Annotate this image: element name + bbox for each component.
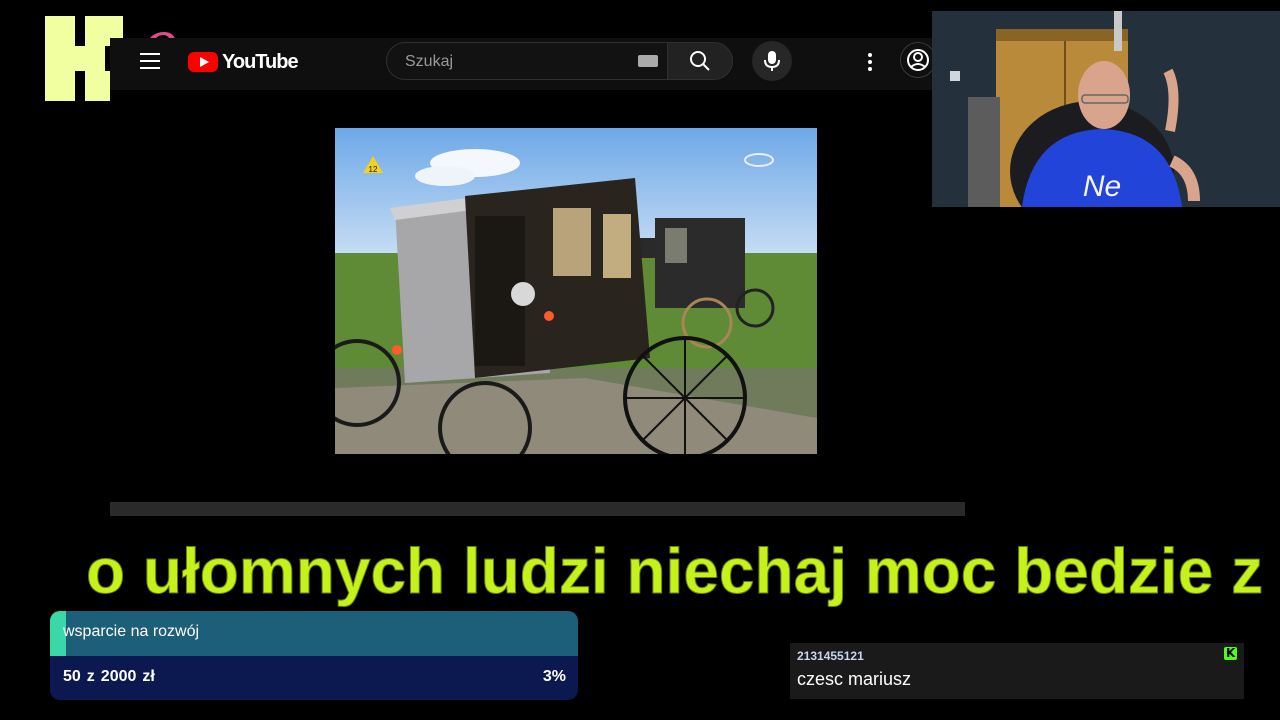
search-icon bbox=[690, 51, 710, 71]
search-input[interactable] bbox=[403, 43, 627, 81]
webcam-feed: Ne bbox=[932, 11, 1280, 207]
streamer-image: Ne bbox=[932, 11, 1280, 207]
account-button[interactable] bbox=[900, 42, 936, 78]
microphone-icon bbox=[764, 51, 780, 71]
chat-text: czesc mariusz bbox=[797, 669, 912, 689]
goal-title: wsparcie na rozwój bbox=[63, 623, 200, 640]
kick-icon: K bbox=[1224, 646, 1237, 660]
donation-goal-widget: wsparcie na rozwój 50 z 2000 zł 3% bbox=[50, 611, 578, 700]
keyboard-icon[interactable] bbox=[638, 55, 658, 67]
youtube-play-icon bbox=[188, 52, 218, 72]
search-button[interactable] bbox=[667, 42, 733, 80]
goal-percent: 3% bbox=[542, 668, 566, 685]
account-icon bbox=[907, 49, 929, 71]
voice-search-button[interactable] bbox=[752, 41, 792, 81]
amish-buggy-image: 12 bbox=[335, 128, 817, 454]
scrolling-ticker: o ułomnych ludzi niechaj moc bedzie z n bbox=[0, 532, 1280, 612]
goal-separator: z bbox=[86, 668, 95, 685]
video-frame[interactable]: 12 bbox=[335, 128, 817, 454]
youtube-logo[interactable]: YouTube bbox=[188, 49, 299, 75]
menu-icon[interactable] bbox=[138, 50, 162, 72]
chat-username: 2131455121 bbox=[797, 649, 864, 663]
goal-currency: zł bbox=[142, 668, 155, 685]
svg-text:Ne: Ne bbox=[1083, 170, 1121, 203]
video-progress-bar[interactable] bbox=[110, 502, 965, 516]
chat-message: 2131455121 czesc mariusz K bbox=[790, 643, 1244, 699]
more-vertical-icon[interactable] bbox=[860, 48, 880, 76]
age-rating-badge: 12 bbox=[369, 165, 378, 174]
youtube-logo-text: YouTube bbox=[222, 50, 299, 73]
goal-current: 50 bbox=[63, 668, 81, 685]
ticker-text: o ułomnych ludzi niechaj moc bedzie z n bbox=[86, 535, 1280, 608]
goal-target: 2000 bbox=[100, 668, 137, 685]
goal-amount: 50 z 2000 zł bbox=[63, 656, 161, 698]
search-box[interactable] bbox=[386, 42, 668, 81]
